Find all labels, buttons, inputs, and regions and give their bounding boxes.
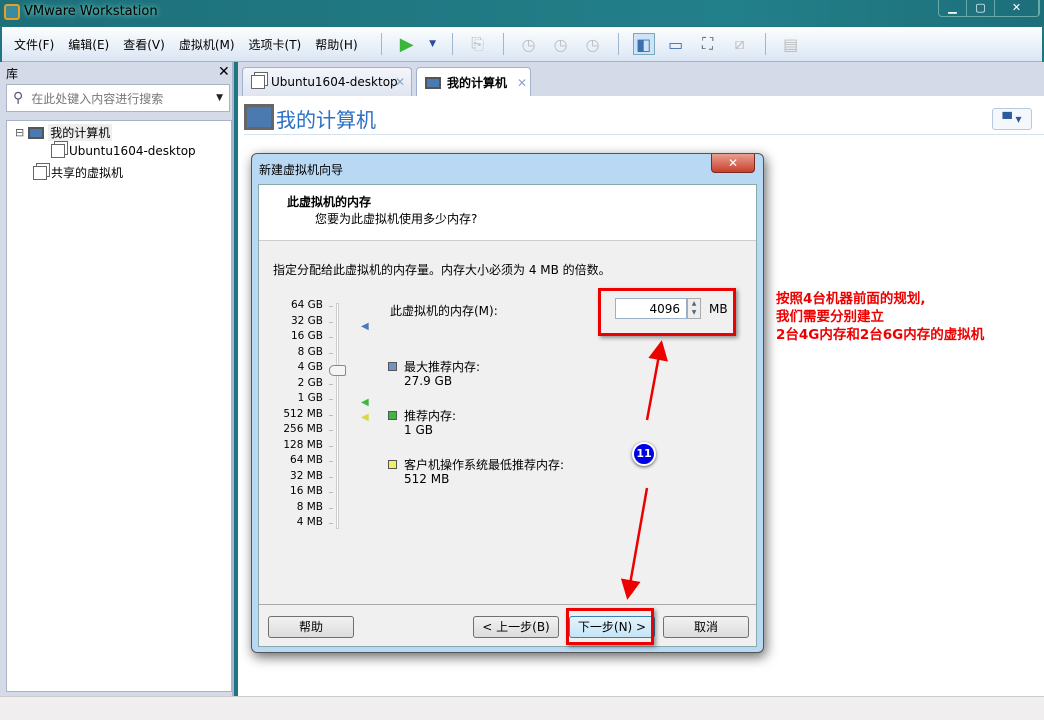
arrow-down [620,487,649,600]
step-badge: 11 [632,442,656,466]
annotation-arrows [620,340,669,600]
arrow-up [645,340,669,421]
